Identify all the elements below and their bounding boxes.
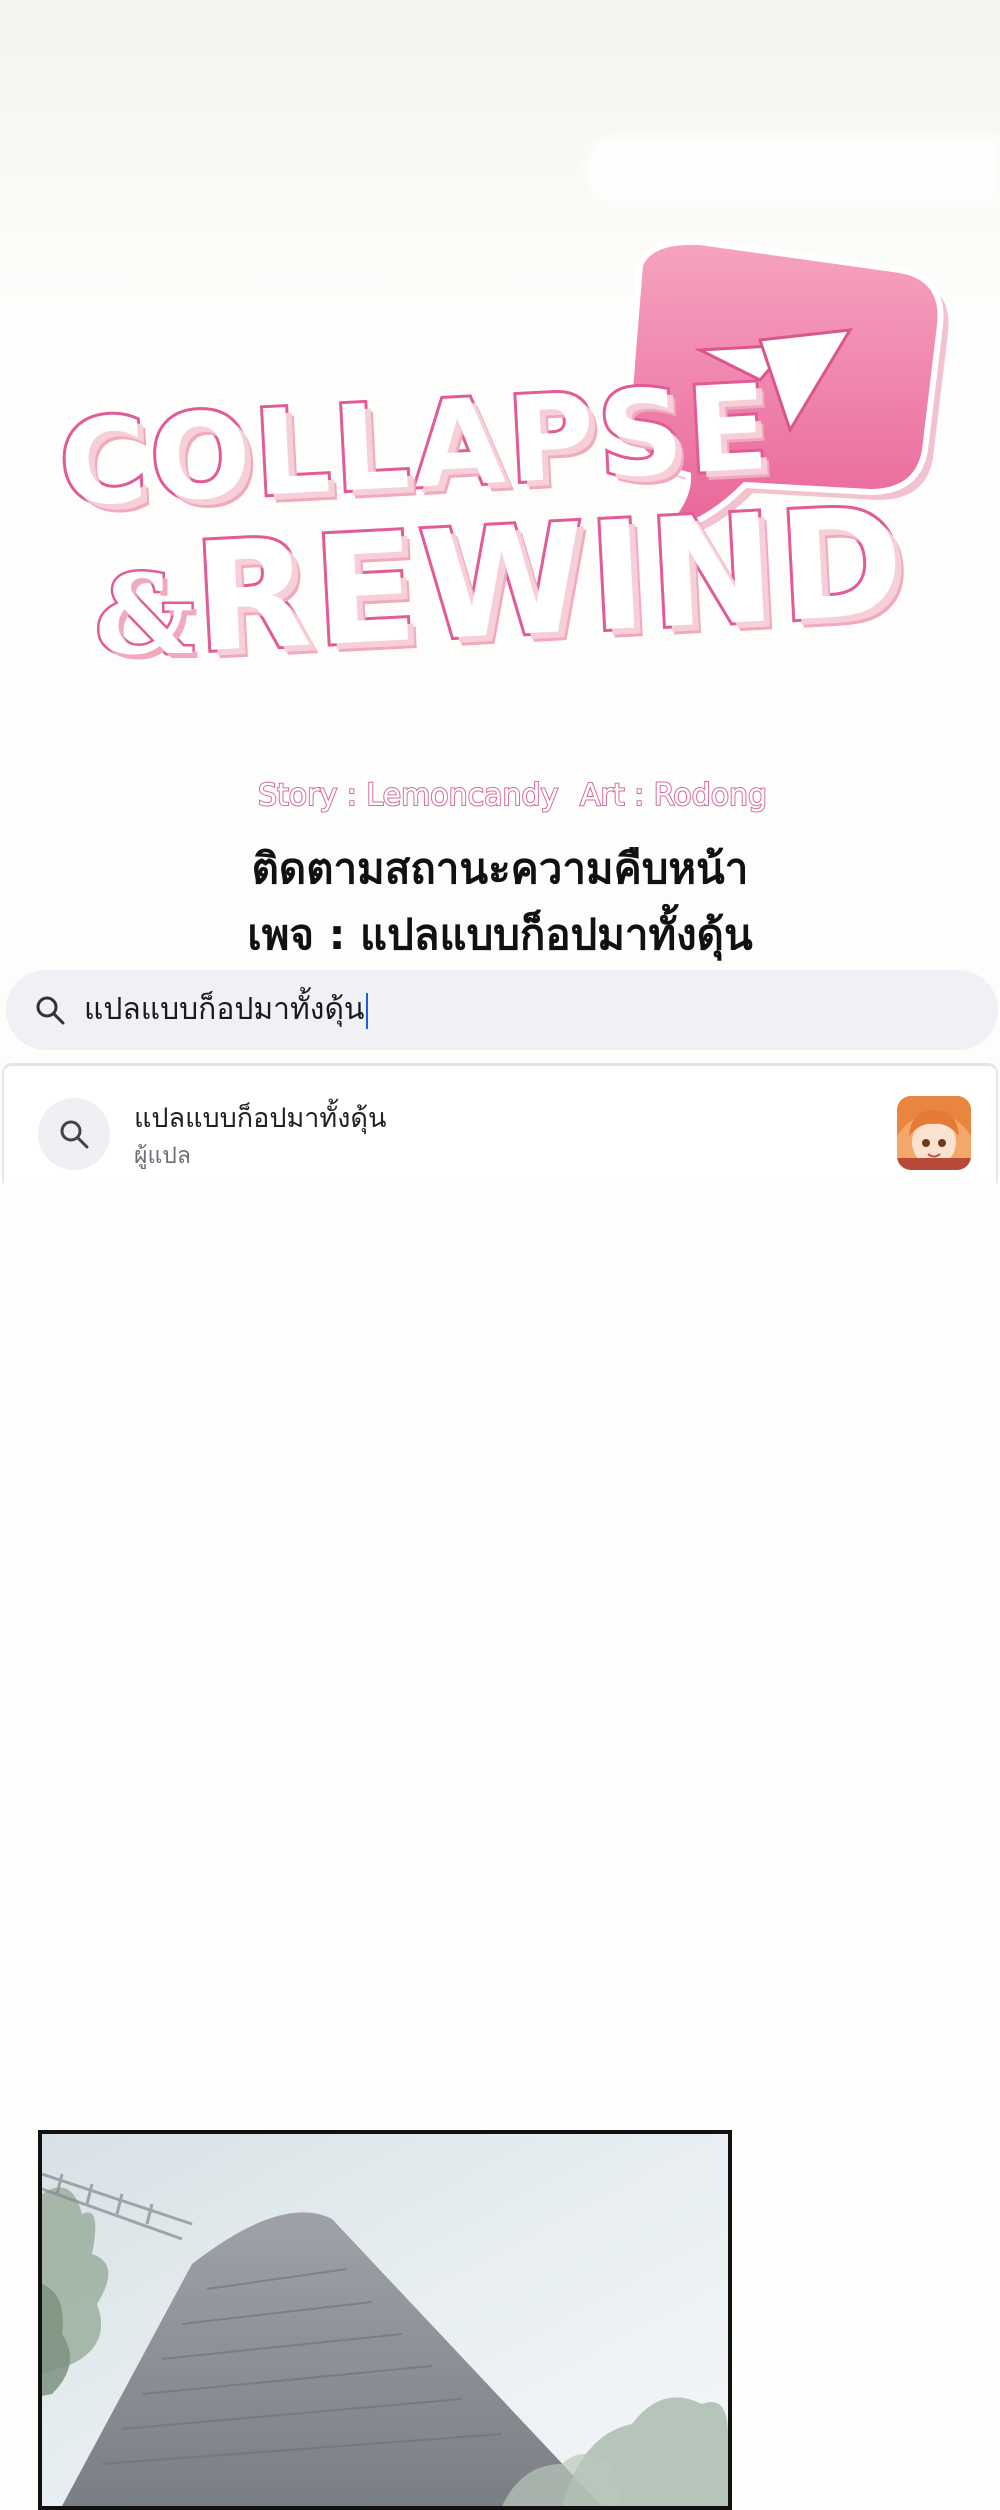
notice-line-2: เพจ : แปลแบบก็อปมาทั้งดุ้น xyxy=(247,910,753,959)
search-query-text: แปลแบบก็อปมาทั้งดุ้น xyxy=(84,992,365,1027)
text-caret xyxy=(366,992,369,1029)
notice-line-1: ติดตามสถานะความคืบหน้า xyxy=(251,844,749,893)
background-highlight xyxy=(585,135,1000,205)
comic-panel-image xyxy=(42,2134,728,2506)
story-credit: Story : Lemoncandy xyxy=(257,777,559,814)
title-artwork: COLLAPSE & REWIND xyxy=(0,230,1000,750)
search-suggestion[interactable]: แปลแบบก็อปมาทั้งดุ้น ผู้แปล xyxy=(2,1063,998,1183)
search-icon[interactable] xyxy=(34,994,66,1026)
art-credit: Art : Rodong xyxy=(579,777,768,814)
search-input[interactable]: แปลแบบก็อปมาทั้งดุ้น xyxy=(84,988,369,1032)
suggestion-subtitle: ผู้แปล xyxy=(134,1143,191,1169)
search-bar[interactable]: แปลแบบก็อปมาทั้งดุ้น xyxy=(6,970,998,1050)
suggestion-name: แปลแบบก็อปมาทั้งดุ้น xyxy=(134,1103,387,1134)
suggestion-icon-circle xyxy=(38,1098,110,1170)
search-icon xyxy=(60,1120,89,1149)
avatar[interactable] xyxy=(897,1096,971,1170)
comic-panel xyxy=(38,2130,732,2510)
title-line-rewind-text: REWIND xyxy=(187,472,914,689)
